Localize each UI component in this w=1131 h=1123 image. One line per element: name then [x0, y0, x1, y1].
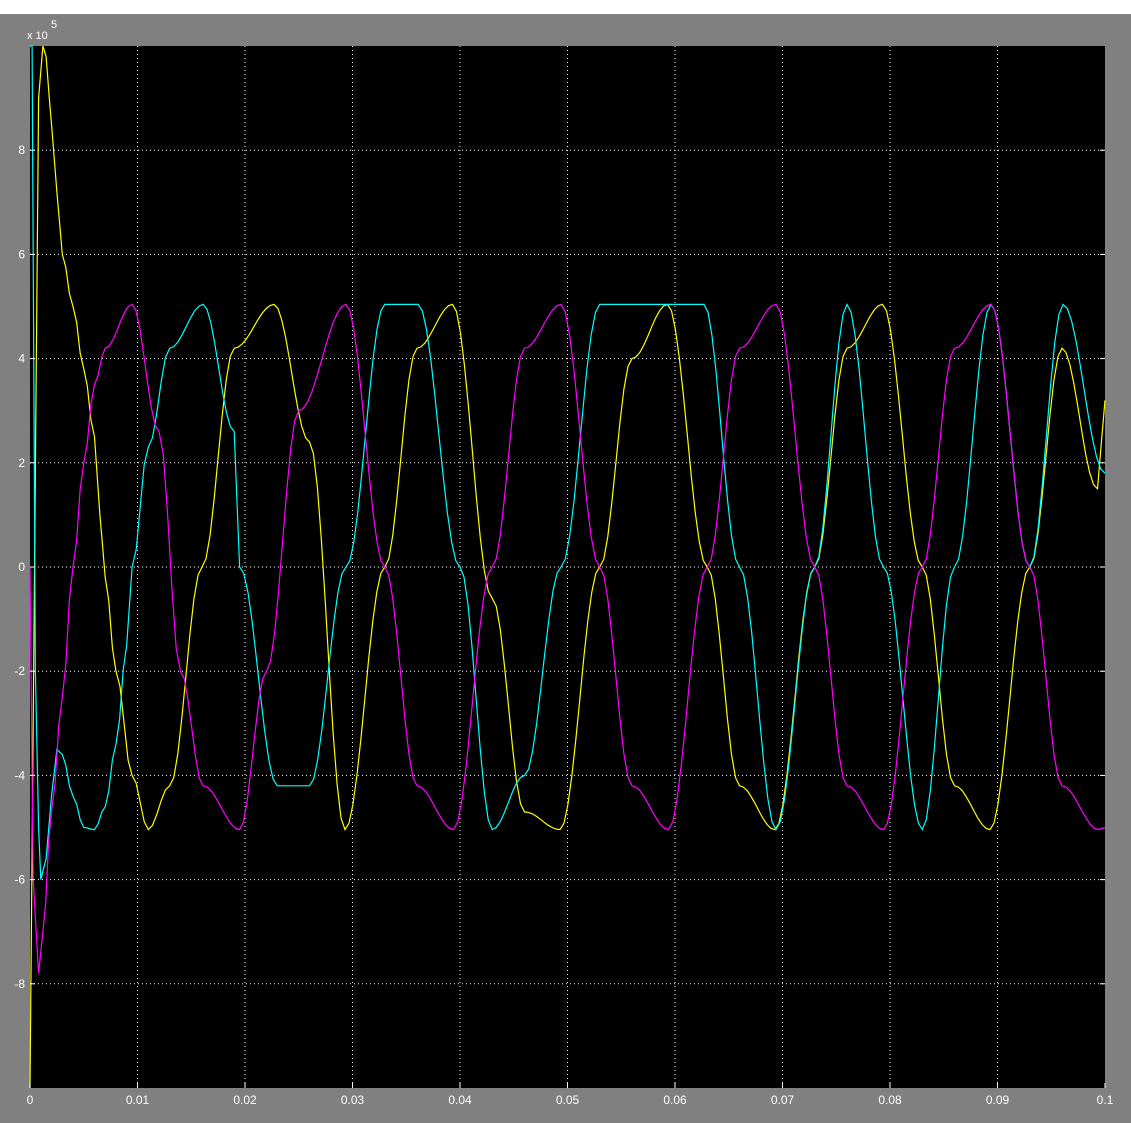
scope-window: 0 0.01 0.02 0.03 0.04 0.05 0.06 0.07 0.08 0.09 0.1… — [0, 14, 1131, 1123]
x-tick-label: 0.05 — [556, 1093, 580, 1107]
x-tick-label: 0.03 — [341, 1093, 365, 1107]
y-tick-label: 2 — [18, 456, 25, 470]
x-tick-label: 0.08 — [878, 1093, 902, 1107]
exponent-base: x 10 — [27, 30, 48, 42]
y-tick-label: 0 — [18, 560, 25, 574]
x-tick-label: 0.01 — [126, 1093, 150, 1107]
x-tick-label: 0.1 — [1097, 1093, 1114, 1107]
y-tick-label: 4 — [18, 352, 25, 366]
x-tick-label: 0.09 — [986, 1093, 1010, 1107]
x-tick-label: 0.06 — [663, 1093, 687, 1107]
y-tick-label: -2 — [14, 664, 25, 678]
y-tick-label: -4 — [14, 768, 25, 782]
x-tick-label: 0.07 — [771, 1093, 795, 1107]
y-tick-label: -8 — [14, 977, 25, 991]
x-tick-label: 0.02 — [233, 1093, 257, 1107]
exponent-power: 5 — [51, 19, 57, 31]
y-tick-label: -6 — [14, 873, 25, 887]
x-tick-label: 0 — [27, 1093, 34, 1107]
y-tick-label: 8 — [18, 143, 25, 157]
y-tick-label: 6 — [18, 247, 25, 261]
x-tick-label: 0.04 — [448, 1093, 472, 1107]
